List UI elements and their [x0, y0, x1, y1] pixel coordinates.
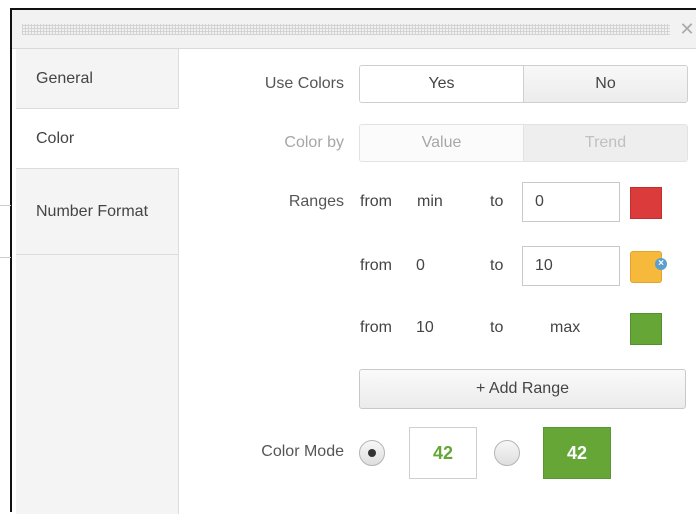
add-range-button[interactable]: + Add Range [359, 369, 686, 409]
use-colors-yes-button[interactable]: Yes [360, 66, 523, 102]
range-3-from-word: from [360, 319, 392, 336]
color-by-trend-button[interactable]: Trend [523, 125, 687, 161]
range-2-to-word: to [490, 257, 504, 274]
color-mode-background-radio[interactable] [494, 440, 520, 466]
radio-selected-dot [368, 449, 376, 457]
drag-grip[interactable] [22, 24, 670, 35]
range-3-color-swatch[interactable] [630, 313, 662, 345]
range-3-to-word: to [490, 319, 504, 336]
close-icon[interactable]: ✕ [678, 19, 696, 39]
color-mode-background-sample[interactable]: 42 [543, 427, 611, 479]
range-1-from-word: from [360, 193, 392, 210]
range-3-from-value: 10 [416, 319, 434, 336]
settings-sidebar: General Color Number Format [16, 49, 179, 514]
color-by-toggle: Value Trend [359, 124, 688, 162]
tab-number-format[interactable]: Number Format [16, 169, 178, 255]
range-1-color-swatch[interactable] [630, 187, 662, 219]
color-by-value-button[interactable]: Value [360, 125, 523, 161]
tab-color[interactable]: Color [16, 109, 179, 169]
background-window-edge [0, 0, 12, 512]
range-2-from-word: from [360, 257, 392, 274]
color-mode-label: Color Mode [261, 443, 344, 460]
use-colors-no-button[interactable]: No [523, 66, 687, 102]
range-1-to-word: to [490, 193, 504, 210]
range-2-from-value: 0 [416, 257, 425, 274]
color-mode-text-sample[interactable]: 42 [409, 427, 477, 479]
range-2-to-input[interactable]: 10 [522, 246, 620, 286]
range-3-to-value: max [550, 319, 581, 336]
use-colors-toggle: Yes No [359, 65, 688, 103]
dialog-titlebar[interactable]: ✕ [12, 10, 696, 49]
range-1-from-value: min [417, 193, 443, 210]
use-colors-label: Use Colors [264, 75, 344, 92]
tab-general[interactable]: General [16, 49, 178, 109]
ranges-label: Ranges [288, 193, 344, 210]
color-mode-text-radio[interactable] [359, 440, 385, 466]
remove-range-icon[interactable]: × [655, 258, 667, 270]
range-1-to-input[interactable]: 0 [522, 182, 620, 222]
color-by-label: Color by [284, 134, 344, 151]
